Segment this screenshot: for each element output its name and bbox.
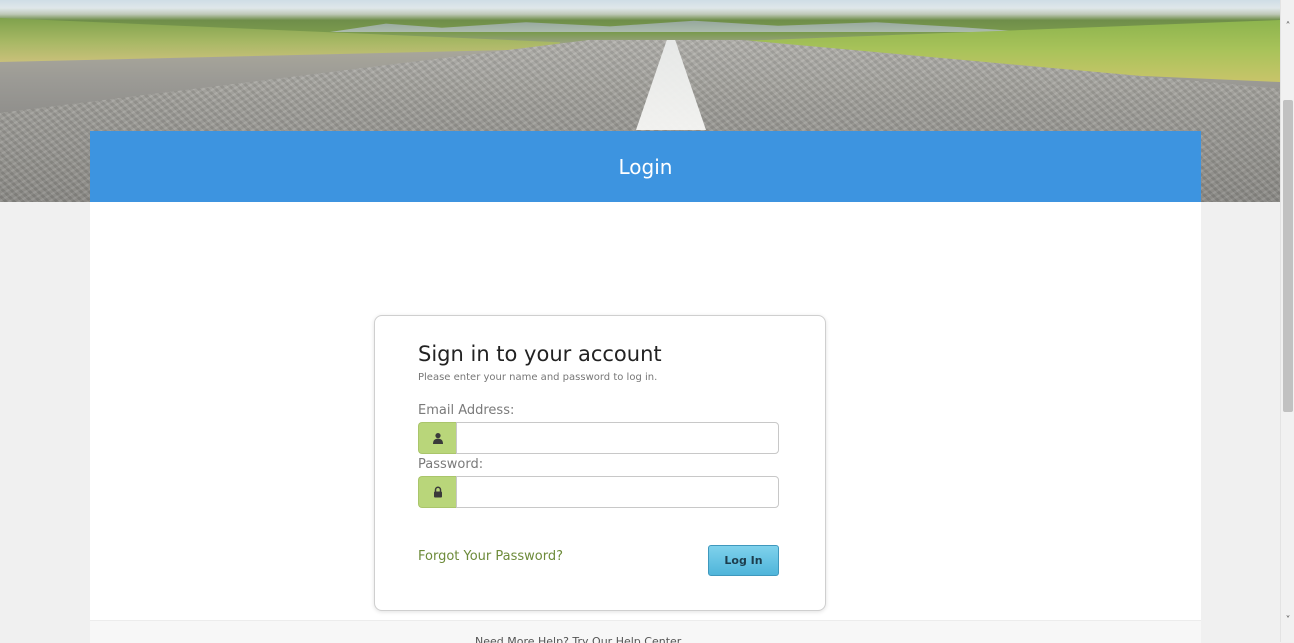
distant-hills — [330, 20, 1030, 32]
email-input-group — [418, 422, 779, 454]
scroll-down-icon[interactable]: ˅ — [1281, 612, 1294, 628]
vertical-scrollbar[interactable]: ˄ ˅ — [1280, 0, 1294, 642]
password-input-group — [418, 476, 779, 508]
card-subtitle: Please enter your name and password to l… — [418, 372, 658, 383]
password-field[interactable] — [456, 476, 779, 508]
login-card: Sign in to your account Please enter you… — [374, 315, 826, 611]
page-title: Login — [618, 154, 673, 179]
footer-strip: Need More Help? Try Our Help Center — [90, 620, 1201, 643]
login-button[interactable]: Log In — [708, 545, 779, 576]
scroll-thumb[interactable] — [1283, 100, 1293, 412]
email-label: Email Address: — [418, 403, 515, 418]
card-title: Sign in to your account — [418, 342, 662, 366]
scroll-up-icon[interactable]: ˄ — [1281, 18, 1294, 34]
page-header: Login — [90, 131, 1201, 202]
forgot-password-link[interactable]: Forgot Your Password? — [418, 549, 563, 564]
user-icon — [418, 422, 456, 454]
lock-icon — [418, 476, 456, 508]
email-field[interactable] — [456, 422, 779, 454]
password-label: Password: — [418, 457, 484, 472]
